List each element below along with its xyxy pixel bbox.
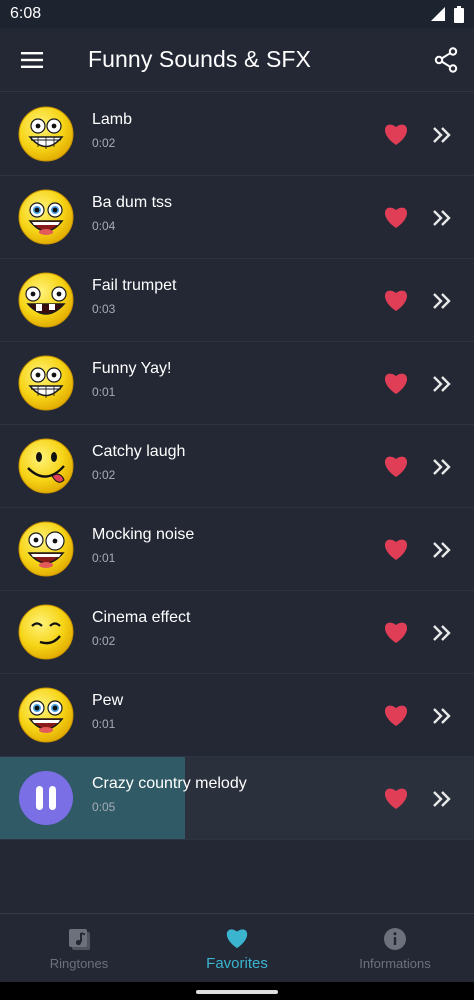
nav-item-ringtones[interactable]: Ringtones — [0, 914, 158, 982]
sound-title: Catchy laugh — [92, 443, 186, 460]
double-chevron-right-icon[interactable] — [430, 455, 454, 479]
double-chevron-right-icon[interactable] — [430, 621, 454, 645]
sound-row[interactable]: Ba dum tss 0:04 — [0, 176, 474, 259]
sound-text: Mocking noise 0:01 — [92, 526, 194, 565]
sound-title: Pew — [92, 692, 124, 709]
sound-text: Pew 0:01 — [92, 692, 123, 731]
double-chevron-right-icon[interactable] — [430, 538, 454, 562]
status-icons — [430, 5, 464, 23]
favorite-heart-icon[interactable] — [382, 204, 410, 230]
double-chevron-right-icon[interactable] — [430, 123, 454, 147]
sound-duration: 0:05 — [92, 800, 116, 814]
sound-title: Funny Yay! — [92, 360, 172, 377]
sound-text: Fail trumpet 0:03 — [92, 277, 176, 316]
sound-title: Cinema effect — [92, 609, 191, 626]
nav-label: Ringtones — [49, 955, 109, 971]
sound-duration: 0:01 — [92, 385, 116, 399]
sound-row[interactable]: Mocking noise 0:01 — [0, 508, 474, 591]
sound-title: Fail trumpet — [92, 277, 177, 294]
emoji-avatar-icon[interactable] — [18, 355, 74, 411]
favorite-heart-icon[interactable] — [382, 536, 410, 562]
sound-row[interactable]: Lamb 0:02 — [0, 93, 474, 176]
bottom-navigation: Ringtones Favorites Informations — [0, 913, 474, 982]
gesture-bar — [0, 982, 474, 1000]
sound-row[interactable]: Pew 0:01 — [0, 674, 474, 757]
sound-duration: 0:02 — [92, 136, 116, 150]
hamburger-menu-icon — [21, 51, 43, 68]
sound-text: Cinema effect 0:02 — [92, 609, 190, 648]
nav-label: Favorites — [206, 954, 268, 972]
gesture-handle[interactable] — [196, 990, 278, 994]
sound-row[interactable]: Cinema effect 0:02 — [0, 591, 474, 674]
app-bar: Funny Sounds & SFX — [0, 28, 474, 92]
sound-row[interactable]: Catchy laugh 0:02 — [0, 425, 474, 508]
app-title: Funny Sounds & SFX — [88, 46, 311, 72]
music-note-icon — [66, 926, 92, 952]
sound-duration: 0:02 — [92, 468, 116, 482]
sound-title: Mocking noise — [92, 526, 195, 543]
emoji-avatar-icon[interactable] — [18, 438, 74, 494]
double-chevron-right-icon[interactable] — [430, 704, 454, 728]
status-time: 6:08 — [10, 5, 42, 22]
nav-item-informations[interactable]: Informations — [316, 914, 474, 982]
sound-text: Crazy country melody 0:05 — [92, 775, 247, 814]
double-chevron-right-icon[interactable] — [430, 206, 454, 230]
heart-icon — [224, 925, 250, 951]
double-chevron-right-icon[interactable] — [430, 372, 454, 396]
sound-text: Catchy laugh 0:02 — [92, 443, 185, 482]
sound-title: Ba dum tss — [92, 194, 173, 211]
sound-text: Ba dum tss 0:04 — [92, 194, 172, 233]
sound-duration: 0:03 — [92, 302, 116, 316]
status-bar: 6:08 — [0, 0, 474, 28]
signal-icon — [431, 7, 445, 21]
favorite-heart-icon[interactable] — [382, 370, 410, 396]
emoji-avatar-icon[interactable] — [18, 521, 74, 577]
favorite-heart-icon[interactable] — [382, 619, 410, 645]
sound-list: Lamb 0:02 Ba dum tss 0:04 Fail trumpet 0… — [0, 93, 474, 840]
info-icon — [382, 926, 408, 952]
sound-duration: 0:01 — [92, 551, 116, 565]
menu-button[interactable] — [0, 28, 64, 92]
battery-icon — [454, 5, 464, 23]
double-chevron-right-icon[interactable] — [430, 787, 454, 811]
emoji-avatar-icon[interactable] — [18, 272, 74, 328]
favorite-heart-icon[interactable] — [382, 121, 410, 147]
favorite-heart-icon[interactable] — [382, 702, 410, 728]
nav-item-favorites[interactable]: Favorites — [158, 914, 316, 982]
sound-duration: 0:01 — [92, 717, 116, 731]
sound-row[interactable]: Fail trumpet 0:03 — [0, 259, 474, 342]
emoji-avatar-icon[interactable] — [18, 687, 74, 743]
share-icon — [434, 46, 458, 73]
favorite-heart-icon[interactable] — [382, 785, 410, 811]
sound-title: Crazy country melody — [92, 775, 247, 792]
emoji-avatar-icon[interactable] — [18, 106, 74, 162]
sound-row[interactable]: Crazy country melody 0:05 — [0, 757, 474, 840]
sound-text: Lamb 0:02 — [92, 111, 132, 150]
sound-row[interactable]: Funny Yay! 0:01 — [0, 342, 474, 425]
emoji-avatar-icon[interactable] — [18, 604, 74, 660]
emoji-avatar-icon[interactable] — [18, 189, 74, 245]
share-button[interactable] — [418, 28, 474, 92]
pause-button[interactable] — [18, 770, 74, 826]
favorite-heart-icon[interactable] — [382, 287, 410, 313]
favorite-heart-icon[interactable] — [382, 453, 410, 479]
double-chevron-right-icon[interactable] — [430, 289, 454, 313]
sound-title: Lamb — [92, 111, 133, 128]
sound-duration: 0:02 — [92, 634, 116, 648]
sound-text: Funny Yay! 0:01 — [92, 360, 171, 399]
sound-duration: 0:04 — [92, 219, 116, 233]
nav-label: Informations — [359, 955, 431, 971]
